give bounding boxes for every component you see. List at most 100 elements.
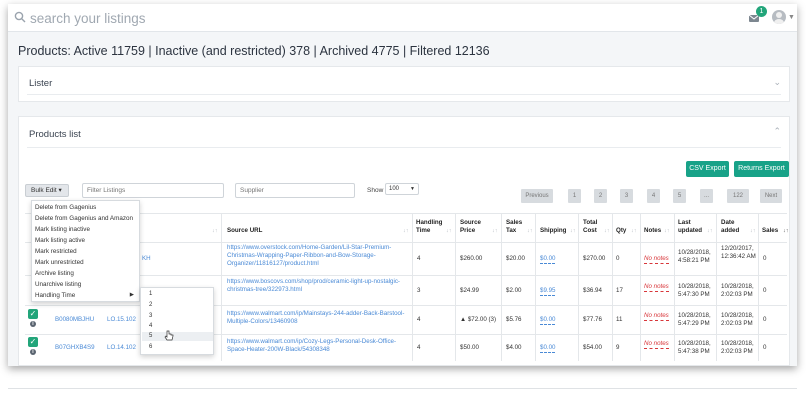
menu-item-mark-inactive[interactable]: Mark listing inactive (35, 226, 90, 233)
check-icon[interactable]: ✓ (28, 337, 38, 347)
column-header-source-url[interactable]: Source URL (227, 227, 262, 235)
sku-link[interactable]: LO.15.102 (107, 316, 136, 324)
qty-value: 17 (616, 287, 623, 294)
menu-item-unarchive[interactable]: Unarchive listing (35, 281, 81, 288)
sort-icon[interactable]: ↓↑ (707, 228, 713, 234)
total-cost-value: $54.00 (583, 344, 602, 351)
divider (27, 94, 781, 95)
submenu-item[interactable]: 6 (149, 344, 152, 350)
search-input[interactable] (30, 8, 530, 28)
search-bar: 1 ▼ (8, 4, 797, 32)
pagination-page[interactable]: 1 (568, 189, 581, 203)
sort-icon[interactable]: ↓↑ (492, 228, 498, 234)
column-header-qty[interactable]: Qty (616, 227, 626, 235)
asin-link[interactable]: B07GHXB4S9 (55, 344, 95, 352)
lister-panel-title: Lister (29, 78, 53, 89)
sort-icon[interactable]: ↓↑ (631, 228, 637, 234)
handling-time-value: 4 (417, 255, 421, 262)
menu-item-mark-unrestricted[interactable]: Mark unrestricted (35, 259, 84, 266)
chevron-down-icon[interactable]: ▼ (788, 14, 795, 21)
source-price-value: $24.99 (460, 287, 479, 294)
pagination-page[interactable]: 2 (594, 189, 607, 203)
column-header-source-price[interactable]: Source Price (460, 219, 490, 235)
asin-link[interactable]: B0080MBJHU (55, 316, 94, 324)
notes-link[interactable]: No notes (644, 340, 669, 349)
divider (535, 213, 536, 361)
returns-export-button[interactable]: Returns Export (734, 161, 789, 177)
chevron-right-icon: ▶ (129, 292, 134, 298)
sort-icon[interactable]: ↓↑ (570, 228, 576, 234)
source-price-with-icon: ▲ $72.00 (3) (460, 316, 496, 324)
submenu-item[interactable]: 3 (149, 313, 152, 319)
date-added-value: 12/20/2017, 12:36:42 AM (721, 245, 756, 260)
column-header-date-added[interactable]: Date added (721, 219, 751, 235)
last-updated-value: 10/28/2018, 5:47:38 PM (678, 340, 711, 355)
pagination-page[interactable]: 122 (727, 189, 749, 203)
menu-item-delete-gagenius-amazon[interactable]: Delete from Gagenius and Amazon (35, 215, 133, 222)
menu-item-mark-restricted[interactable]: Mark restricted (35, 248, 77, 255)
pagination-page[interactable]: 5 (673, 189, 686, 203)
divider (8, 388, 797, 389)
sort-icon[interactable]: ↓↑ (446, 228, 452, 234)
sort-icon[interactable]: ↓↑ (783, 228, 789, 234)
notes-link[interactable]: No notes (644, 255, 669, 264)
chevron-down-icon[interactable]: ⌄ (773, 77, 781, 88)
menu-item-archive[interactable]: Archive listing (35, 270, 74, 277)
submenu-item[interactable]: 4 (149, 323, 152, 329)
info-icon[interactable]: i (30, 349, 36, 355)
notes-link[interactable]: No notes (644, 312, 669, 321)
filter-listings-input[interactable] (82, 183, 224, 198)
check-icon[interactable]: ✓ (28, 309, 38, 319)
shipping-value[interactable]: $0.00 (540, 344, 556, 353)
submenu-item[interactable]: 1 (149, 291, 152, 297)
column-header-notes[interactable]: Notes (644, 227, 661, 235)
pagination-previous[interactable]: Previous (521, 189, 553, 203)
chevron-up-icon[interactable]: ⌃ (773, 126, 781, 137)
sku-link[interactable]: KH (142, 255, 151, 263)
sort-icon[interactable]: ↓↑ (403, 228, 409, 234)
bulk-edit-menu: Delete from Gagenius Delete from Gageniu… (31, 200, 140, 302)
menu-item-delete-gagenius[interactable]: Delete from Gagenius (35, 204, 96, 211)
last-updated-value: 10/28/2018, 5:47:29 PM (678, 312, 711, 327)
source-url-link[interactable]: https://www.walmart.com/ip/Cozy-Legs-Per… (227, 338, 409, 354)
sku-link[interactable]: LO.14.102 (107, 344, 136, 352)
menu-item-mark-active[interactable]: Mark listing active (35, 237, 85, 244)
avatar[interactable] (772, 10, 786, 24)
csv-export-button[interactable]: CSV Export (686, 161, 729, 177)
pagination-page[interactable]: 3 (620, 189, 633, 203)
column-header-last-updated[interactable]: Last updated (678, 219, 708, 235)
date-added-value: 10/28/2018, 2:02:03 PM (721, 283, 754, 298)
sales-value: 0 (763, 255, 767, 262)
pagination-next[interactable]: Next (760, 189, 782, 203)
bulk-edit-button[interactable]: Bulk Edit ▾ (25, 184, 69, 197)
sort-icon[interactable]: ↓↑ (527, 228, 533, 234)
menu-item-handling-time[interactable]: Handling Time (35, 292, 75, 299)
pagination-page[interactable]: 4 (647, 189, 660, 203)
lister-panel[interactable]: Lister ⌄ (18, 66, 790, 102)
source-url-link[interactable]: https://www.overstock.com/Home-Garden/Li… (227, 244, 409, 268)
sort-icon[interactable]: ↓↑ (604, 228, 610, 234)
column-header-sales[interactable]: Sales (762, 227, 778, 235)
show-count-select[interactable]: 100 ▼ (385, 183, 419, 195)
shipping-value[interactable]: $9.95 (540, 287, 556, 296)
submenu-item[interactable]: 2 (149, 302, 152, 308)
shipping-value[interactable]: $0.00 (540, 255, 556, 264)
submenu-item[interactable]: 5 (149, 333, 152, 339)
chevron-down-icon: ▼ (410, 186, 415, 192)
sort-icon[interactable]: ↓↑ (664, 228, 670, 234)
column-header-shipping[interactable]: Shipping (540, 227, 566, 235)
source-url-link[interactable]: https://www.walmart.com/ip/Mainstays-244… (227, 310, 409, 326)
qty-value: 11 (616, 316, 623, 323)
sales-value: 0 (763, 316, 767, 323)
notes-link[interactable]: No notes (644, 283, 669, 292)
divider (674, 213, 675, 361)
sort-icon[interactable]: ↓↑ (750, 228, 756, 234)
sales-value: 0 (763, 287, 767, 294)
info-icon[interactable]: i (30, 321, 36, 327)
last-updated-value: 10/28/2018, 5:47:30 PM (678, 283, 711, 298)
shipping-value[interactable]: $0.00 (540, 316, 556, 325)
total-cost-value: $36.94 (583, 287, 602, 294)
source-url-link[interactable]: https://www.boscovs.com/shop/prod/cerami… (227, 278, 409, 294)
supplier-input[interactable] (235, 183, 355, 198)
sort-icon[interactable]: ↓↑ (212, 228, 218, 234)
